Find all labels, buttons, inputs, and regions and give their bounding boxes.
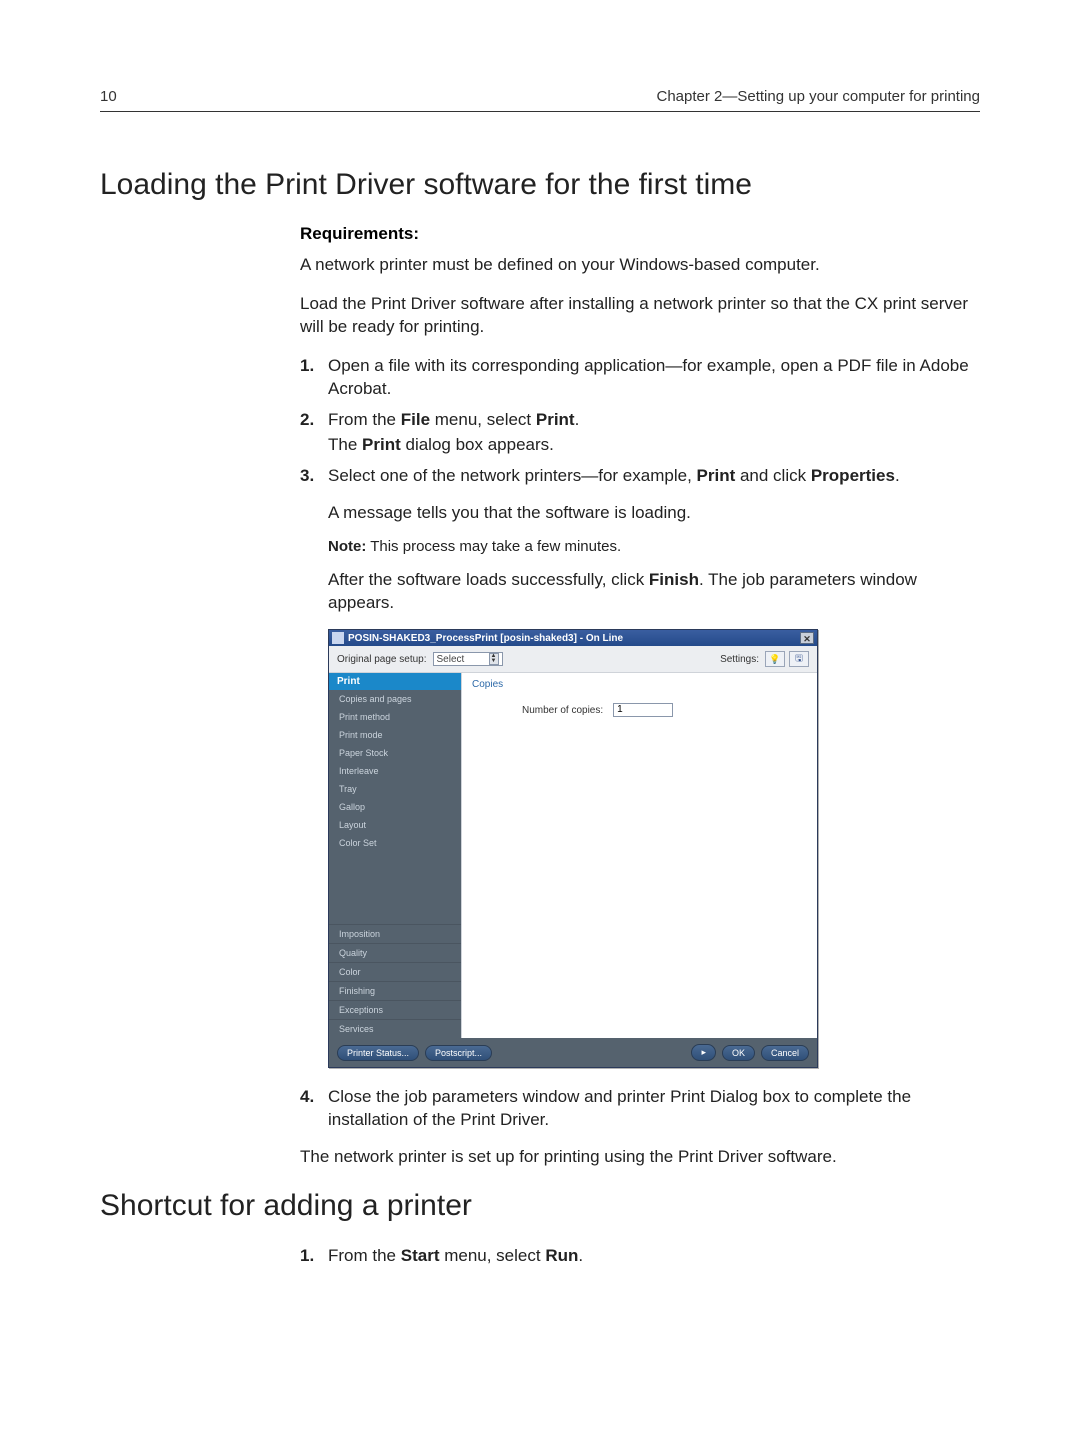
printer-status-button[interactable]: Printer Status...	[337, 1045, 419, 1061]
page-setup-label: Original page setup:	[337, 654, 427, 665]
step-3-message: A message tells you that the software is…	[328, 502, 970, 525]
save-settings-icon[interactable]: 🖫	[789, 651, 809, 667]
step-4: Close the job parameters window and prin…	[300, 1086, 970, 1132]
dialog-titlebar: POSIN-SHAKED3_ProcessPrint [posin-shaked…	[329, 630, 817, 646]
sidebar-item-print-mode[interactable]: Print mode	[329, 726, 461, 744]
hint-icon[interactable]: 💡	[765, 651, 785, 667]
dialog-toolbar: Original page setup: Select ▲▼ Settings:…	[329, 646, 817, 673]
copies-label: Number of copies:	[522, 705, 603, 716]
close-icon[interactable]: ✕	[800, 632, 814, 644]
sidebar-item-layout[interactable]: Layout	[329, 816, 461, 834]
postscript-button[interactable]: Postscript...	[425, 1045, 492, 1061]
panel-title-copies: Copies	[462, 673, 817, 694]
dialog-title: POSIN-SHAKED3_ProcessPrint [posin-shaked…	[348, 633, 800, 644]
sidebar-item-copies-and-pages[interactable]: Copies and pages	[329, 690, 461, 708]
settings-label: Settings:	[720, 654, 759, 665]
page-header: 10 Chapter 2—Setting up your computer fo…	[100, 88, 980, 112]
requirements-text: A network printer must be defined on you…	[300, 254, 970, 277]
page-setup-select[interactable]: Select ▲▼	[433, 652, 503, 666]
sidebar-item-tray[interactable]: Tray	[329, 780, 461, 798]
step-3: Select one of the network printers—for e…	[300, 465, 970, 488]
section-heading-loading: Loading the Print Driver software for th…	[100, 168, 980, 202]
sidebar-group-color[interactable]: Color	[329, 962, 461, 981]
sidebar-item-print-method[interactable]: Print method	[329, 708, 461, 726]
step-2: From the File menu, select Print. The Pr…	[300, 409, 970, 457]
dialog-footer: Printer Status... Postscript... ▸ OK Can…	[329, 1038, 817, 1067]
sidebar-group-imposition[interactable]: Imposition	[329, 924, 461, 943]
shortcut-step-1: From the Start menu, select Run.	[300, 1245, 970, 1268]
ok-button[interactable]: OK	[722, 1045, 755, 1061]
sidebar-item-paper-stock[interactable]: Paper Stock	[329, 744, 461, 762]
step-1: Open a file with its corresponding appli…	[300, 355, 970, 401]
sidebar-group-quality[interactable]: Quality	[329, 943, 461, 962]
dialog-sidebar: Print Copies and pages Print method Prin…	[329, 673, 461, 1038]
note-line: Note: This process may take a few minute…	[328, 538, 970, 555]
sidebar-header-print[interactable]: Print	[329, 673, 461, 690]
sidebar-item-gallop[interactable]: Gallop	[329, 798, 461, 816]
chevron-updown-icon[interactable]: ▲▼	[489, 653, 499, 665]
cancel-button[interactable]: Cancel	[761, 1045, 809, 1061]
steps-list-2: From the Start menu, select Run.	[300, 1245, 970, 1268]
sidebar-group-exceptions[interactable]: Exceptions	[329, 1000, 461, 1019]
steps-list-1: Open a file with its corresponding appli…	[300, 355, 970, 488]
section-heading-shortcut: Shortcut for adding a printer	[100, 1189, 980, 1223]
sidebar-group-finishing[interactable]: Finishing	[329, 981, 461, 1000]
app-icon	[332, 632, 344, 644]
after-finish: After the software loads successfully, c…	[328, 569, 970, 615]
page-number: 10	[100, 88, 117, 105]
job-parameters-dialog: POSIN-SHAKED3_ProcessPrint [posin-shaked…	[328, 629, 970, 1068]
sidebar-item-color-set[interactable]: Color Set	[329, 834, 461, 852]
closing-text: The network printer is set up for printi…	[300, 1146, 970, 1169]
copies-input[interactable]: 1	[613, 703, 673, 717]
sidebar-item-interleave[interactable]: Interleave	[329, 762, 461, 780]
sidebar-group-services[interactable]: Services	[329, 1019, 461, 1038]
intro-text: Load the Print Driver software after ins…	[300, 293, 970, 339]
requirements-label: Requirements:	[300, 224, 970, 244]
dialog-panel: Copies Number of copies: 1	[461, 673, 817, 1038]
next-arrow-button[interactable]: ▸	[691, 1044, 716, 1061]
steps-list-1b: Close the job parameters window and prin…	[300, 1086, 970, 1132]
chapter-line: Chapter 2—Setting up your computer for p…	[656, 88, 980, 105]
